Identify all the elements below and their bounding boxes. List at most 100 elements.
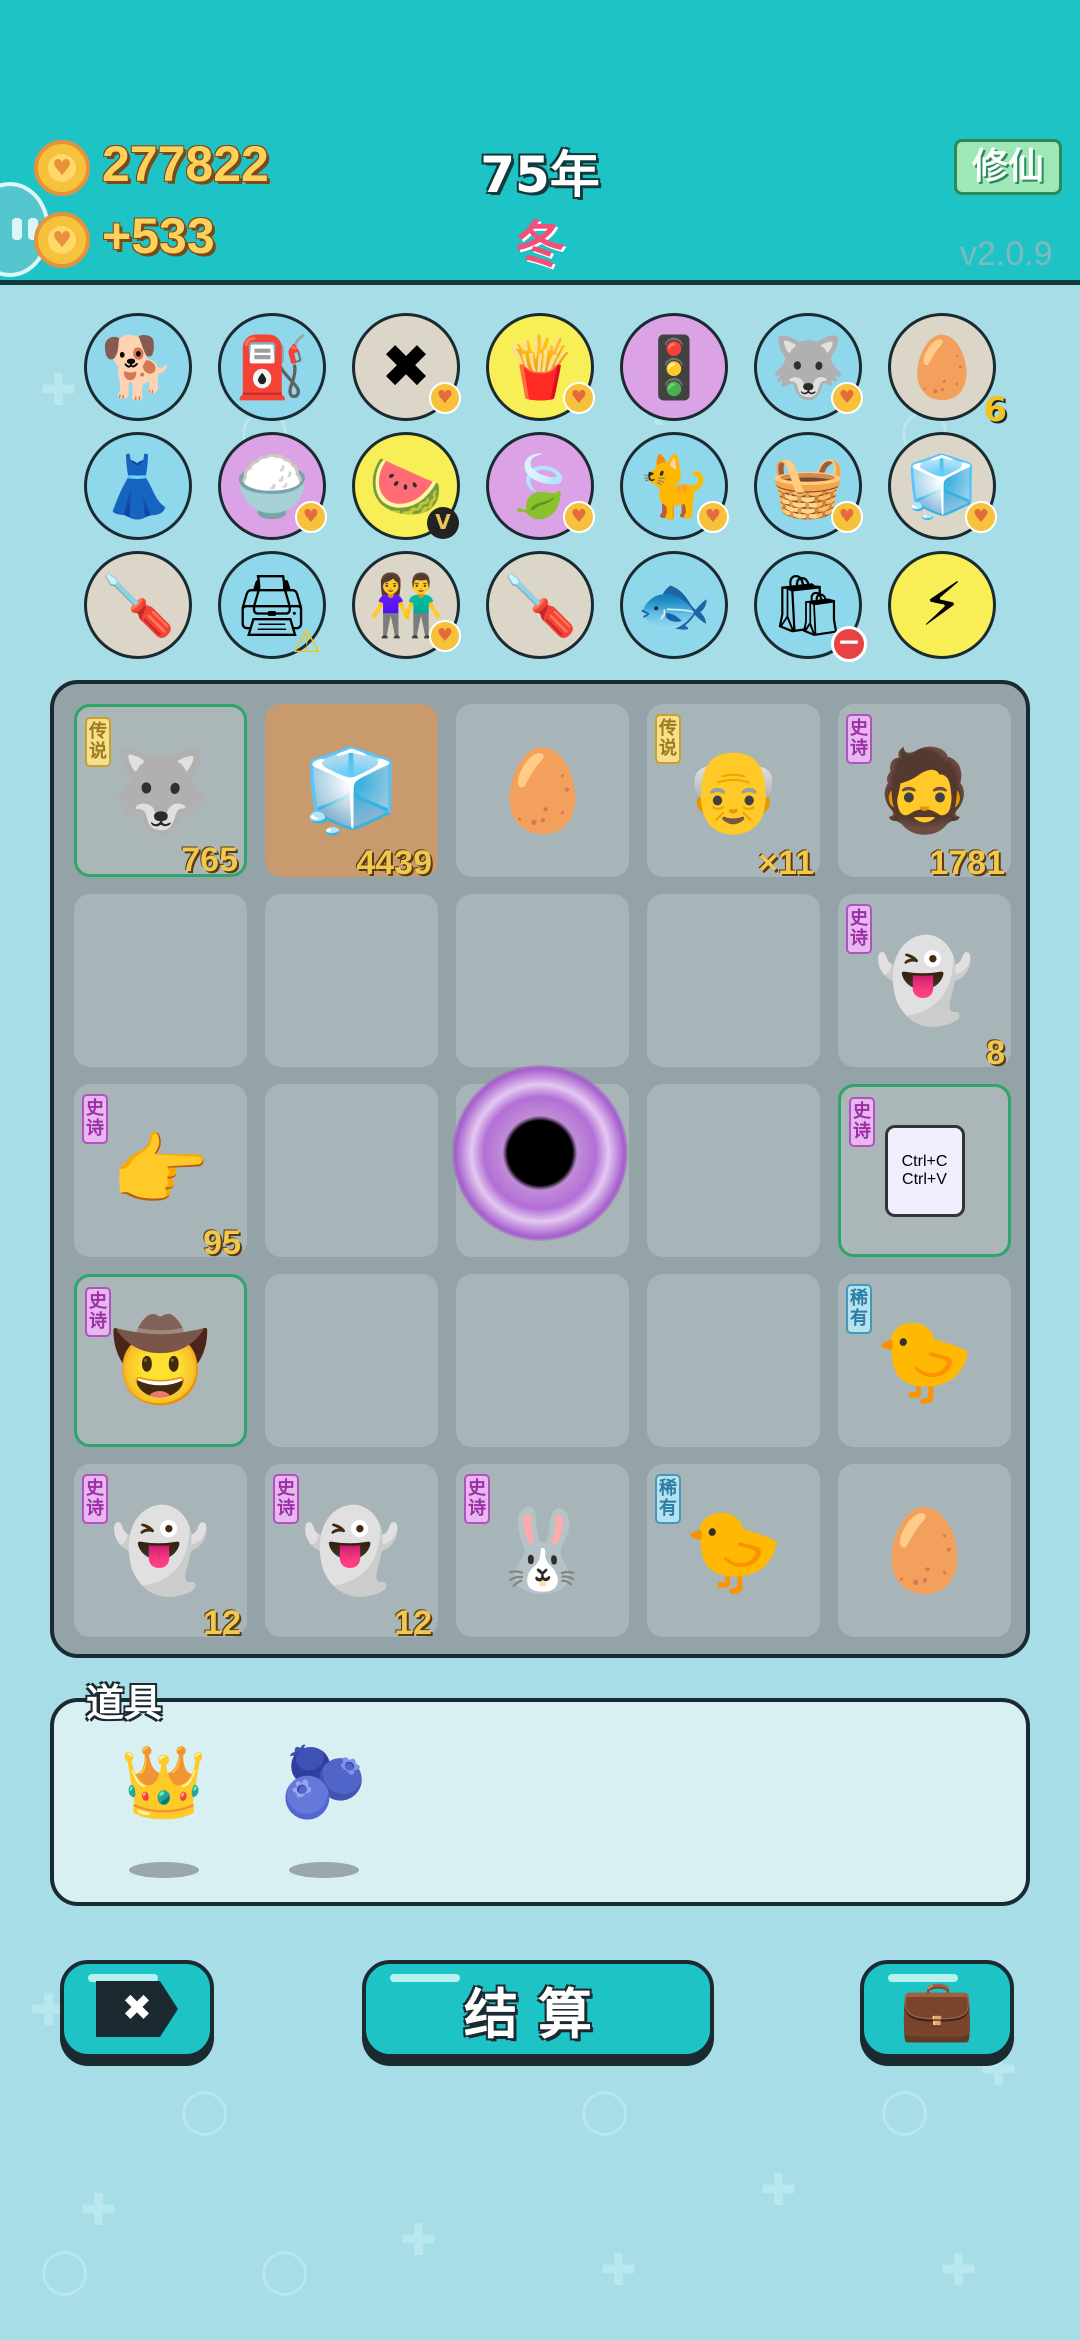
rarity-tag: 史诗 xyxy=(846,714,872,764)
cell-count: 1781 xyxy=(929,844,1005,882)
cat-icon[interactable]: 🐈 ♥ xyxy=(620,432,729,540)
ghost-traffic-light-glyph: 🚦 xyxy=(636,332,712,403)
bag-button[interactable]: 💼 xyxy=(860,1960,1014,2058)
minus-icon: − xyxy=(831,626,867,662)
screwdriver-icon[interactable]: 🪛 xyxy=(84,551,192,659)
skirt-glyph: 👗 xyxy=(100,451,176,522)
rarity-tag: 史诗 xyxy=(85,1287,111,1337)
ctrl-c-label: Ctrl+C xyxy=(901,1152,948,1170)
lightning-icon[interactable]: ⚡ xyxy=(888,551,996,659)
copy-paste-card-card: Ctrl+C Ctrl+V xyxy=(884,1124,965,1217)
trash-bag-icon[interactable]: 🛍 − xyxy=(754,551,867,662)
ctrl-v-label: Ctrl+V xyxy=(902,1170,947,1188)
board-cell-empty[interactable] xyxy=(74,894,247,1067)
board-cell-egg[interactable]: 🥚 xyxy=(838,1464,1011,1637)
heart-badge-icon: ♥ xyxy=(563,382,595,414)
cell-count: 765 xyxy=(181,841,238,879)
board-cell-chick[interactable]: 🐤 稀有 xyxy=(838,1274,1011,1447)
settle-label: 结算 xyxy=(464,1982,612,2046)
delete-tag-icon[interactable]: ✖ ♥ xyxy=(352,313,461,421)
printer-icon[interactable]: 🖨 ⚠ xyxy=(218,551,326,660)
couple-icon[interactable]: 👫 ♥ xyxy=(352,551,461,659)
board-cell-empty[interactable] xyxy=(265,1274,438,1447)
version-label: v2.0.9 xyxy=(960,235,1053,273)
tools-panel: 👑 🫐 xyxy=(50,1698,1030,1906)
egg-tray-glyph: 🥚 xyxy=(904,332,980,403)
season-label: 冬 xyxy=(515,216,565,274)
ghost-traffic-light-icon[interactable]: 🚦 xyxy=(620,313,728,421)
fruit-platter-icon[interactable]: 🍉 V xyxy=(352,432,460,540)
rice-bowl-icon[interactable]: 🍚 ♥ xyxy=(218,432,327,540)
board-cell-empty[interactable] xyxy=(647,1274,820,1447)
lightning-glyph: ⚡ xyxy=(920,570,964,640)
fish-tank-glyph: 🐟 xyxy=(636,570,712,641)
cell-count: 12 xyxy=(203,1604,241,1642)
board-cell-husky-king[interactable]: 🐺 传说 765 xyxy=(74,704,247,879)
vip-badge-icon: V xyxy=(427,507,459,539)
board-cell-bearded-man[interactable]: 🧔 史诗 1781 xyxy=(838,704,1011,882)
board-cell-copy-paste-card[interactable]: Ctrl+C Ctrl+V 史诗 xyxy=(838,1084,1011,1257)
rarity-tag: 史诗 xyxy=(464,1474,490,1524)
heart-badge-icon: ♥ xyxy=(831,501,863,533)
screwdriver-icon[interactable]: 🪛 xyxy=(486,551,594,659)
rarity-tag: 史诗 xyxy=(849,1097,875,1147)
tool-shadow xyxy=(129,1862,199,1878)
board-cell-chick[interactable]: 🐤 稀有 xyxy=(647,1464,820,1637)
egg-icon: 🥚 xyxy=(874,1503,975,1597)
settle-button[interactable]: 结算 xyxy=(362,1960,714,2058)
leaf-icon[interactable]: 🍃 ♥ xyxy=(486,432,595,540)
item-count: 6 xyxy=(983,390,1007,430)
rarity-tag: 史诗 xyxy=(82,1474,108,1524)
board-cell-ghost[interactable]: 👻 史诗 8 xyxy=(838,894,1011,1072)
black-hole-icon xyxy=(452,1065,628,1241)
board-cell-empty[interactable] xyxy=(647,894,820,1067)
shiba-dog-icon[interactable]: 🐕 xyxy=(84,313,192,421)
skirt-icon[interactable]: 👗 xyxy=(84,432,192,540)
board-cell-fridge[interactable]: 🧊 4439 xyxy=(265,704,438,882)
board-cell-ghost[interactable]: 👻 史诗 12 xyxy=(74,1464,247,1642)
board-cell-empty[interactable] xyxy=(456,1274,629,1447)
board-cell-empty[interactable] xyxy=(265,894,438,1067)
board-cell-old-man-glasses[interactable]: 👴 传说 ×11 xyxy=(647,704,820,882)
rarity-tag: 史诗 xyxy=(82,1094,108,1144)
fish-tank-icon[interactable]: 🐟 xyxy=(620,551,728,659)
heart-badge-icon: ♥ xyxy=(965,501,997,533)
board-cell-pointing-hand[interactable]: 👉 史诗 95 xyxy=(74,1084,247,1262)
heart-badge-icon: ♥ xyxy=(563,501,595,533)
cell-count: 12 xyxy=(394,1604,432,1642)
sugar-cubes-icon[interactable]: 🧊 ♥ xyxy=(888,432,997,540)
cultivation-button[interactable]: 修仙 xyxy=(954,139,1062,195)
heart-badge-icon: ♥ xyxy=(429,382,461,414)
air-pump-icon[interactable]: ⛽ xyxy=(218,313,326,421)
heart-badge-icon: ♥ xyxy=(697,501,729,533)
french-fries-icon[interactable]: 🍟 ♥ xyxy=(486,313,595,421)
rarity-tag: 稀有 xyxy=(846,1284,872,1334)
crown-icon[interactable]: 👑 xyxy=(114,1732,214,1832)
blueberry-icon[interactable]: 🫐 xyxy=(274,1732,374,1832)
fruit-basket-icon[interactable]: 🧺 ♥ xyxy=(754,432,863,540)
delete-tag-glyph: ✖ xyxy=(380,332,432,402)
tool-shadow xyxy=(289,1862,359,1878)
screwdriver-glyph: 🪛 xyxy=(100,570,176,641)
husky-dog-icon[interactable]: 🐺 ♥ xyxy=(754,313,863,421)
top-bar: ♥ 277822 ♥ +533 75年 冬 修仙 v2.0.9 xyxy=(0,0,1080,285)
board-cell-ghost[interactable]: 👻 史诗 12 xyxy=(265,1464,438,1642)
rarity-tag: 史诗 xyxy=(273,1474,299,1524)
briefcase-icon: 💼 xyxy=(899,1974,975,2045)
cell-count: 95 xyxy=(203,1224,241,1262)
board-cell-empty[interactable] xyxy=(265,1084,438,1257)
board-cell-empty[interactable] xyxy=(456,894,629,1067)
board-cell-rabbit-tent[interactable]: 🐰 史诗 xyxy=(456,1464,629,1637)
board-cell-egg[interactable]: 🥚 xyxy=(456,704,629,877)
cell-count: ×11 xyxy=(758,844,814,882)
warning-icon: ⚠ xyxy=(292,622,321,660)
board-cell-cowboy-man[interactable]: 🤠 史诗 xyxy=(74,1274,247,1447)
heart-badge-icon: ♥ xyxy=(831,382,863,414)
board-cell-empty[interactable] xyxy=(647,1084,820,1257)
heart-badge-icon: ♥ xyxy=(429,620,461,652)
air-pump-glyph: ⛽ xyxy=(234,332,310,403)
tools-title: 道具 xyxy=(86,1681,163,1725)
egg-tray-icon[interactable]: 🥚 6 xyxy=(888,313,1007,430)
egg-icon: 🥚 xyxy=(492,743,593,837)
remove-button[interactable]: ✖ xyxy=(60,1960,214,2058)
